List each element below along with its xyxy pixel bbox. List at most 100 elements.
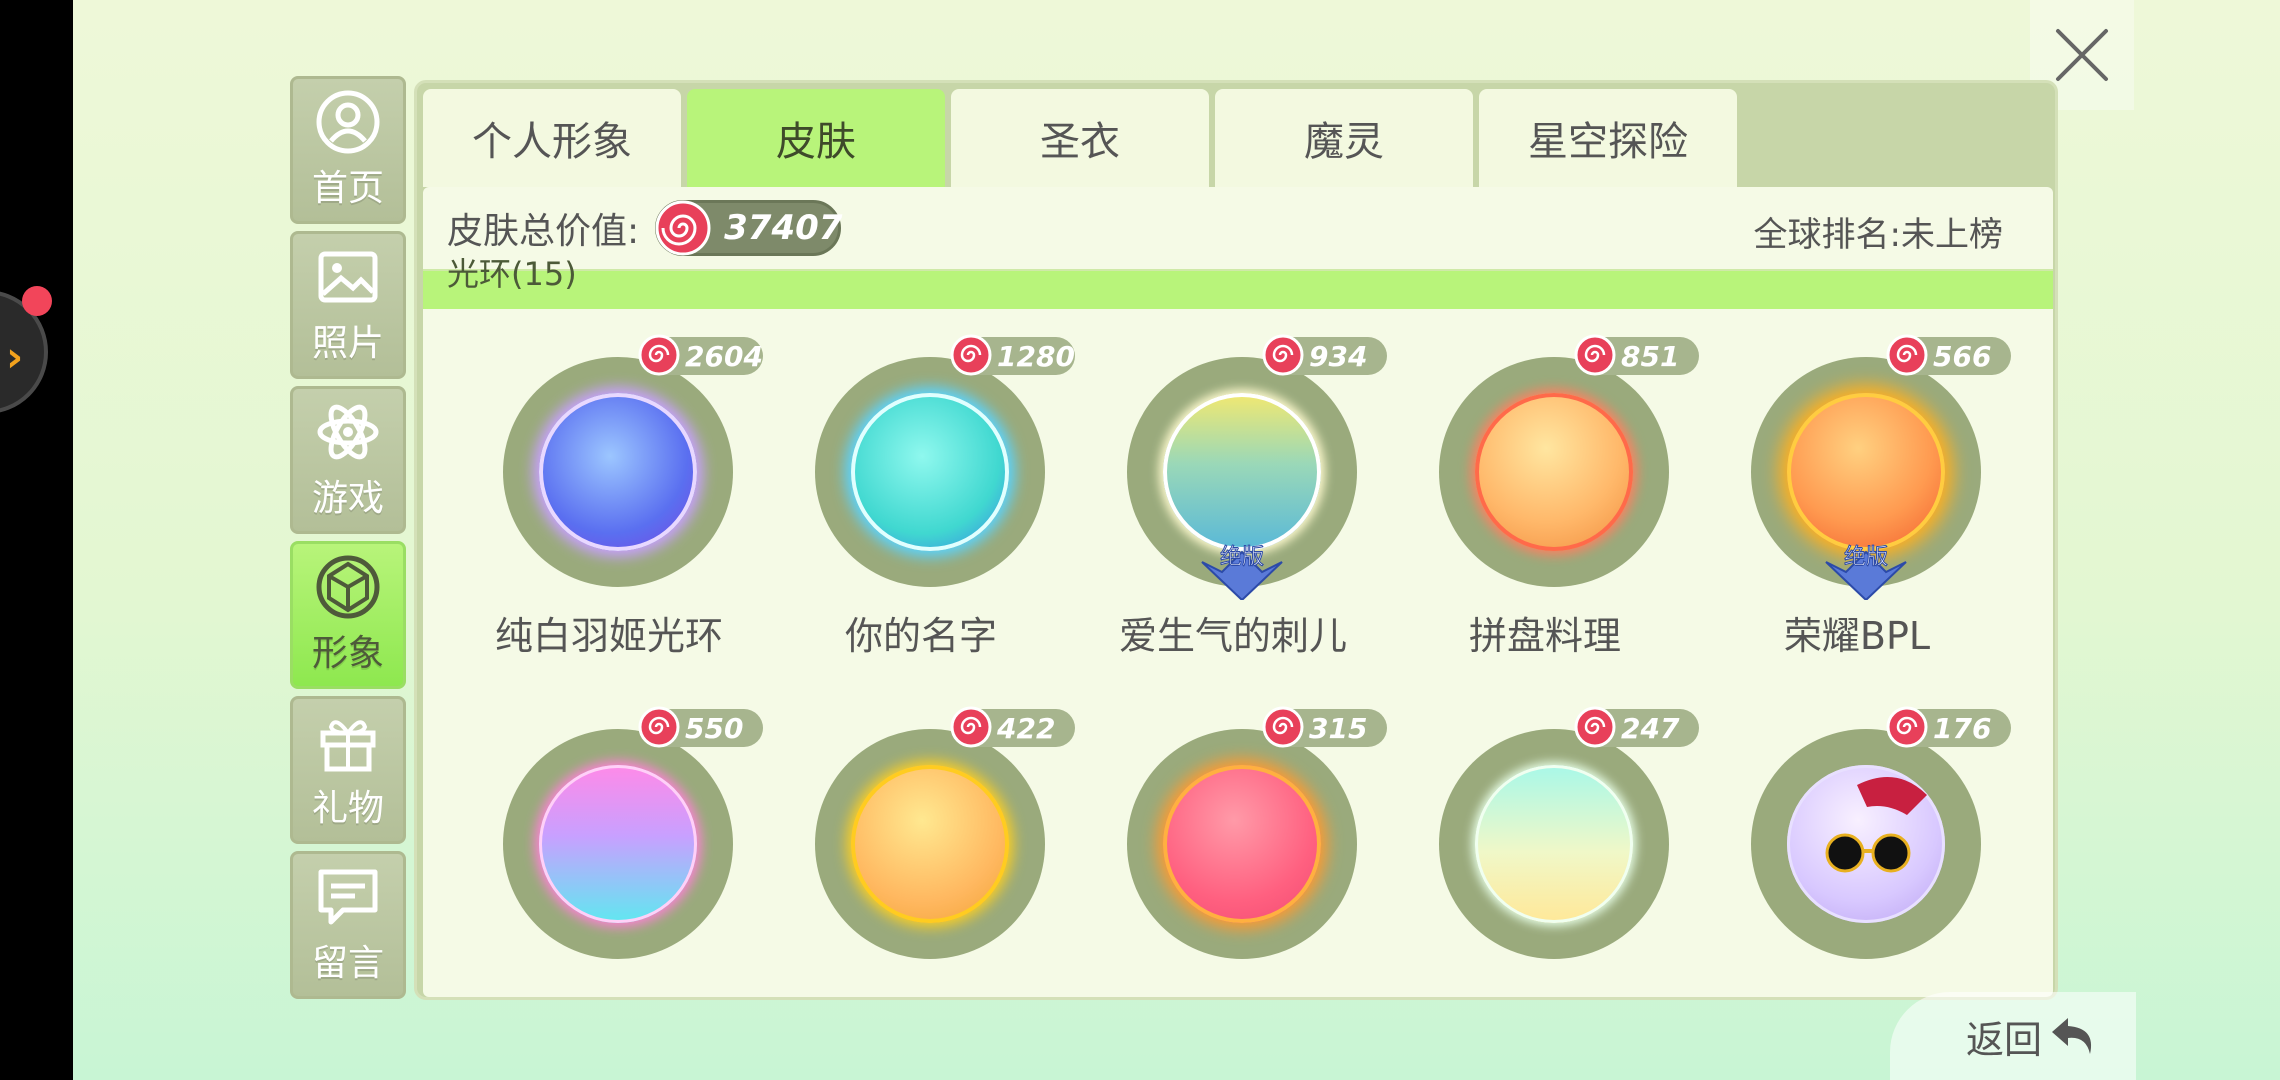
halo-orb	[1475, 765, 1633, 923]
skin-frame	[815, 729, 1045, 959]
sidebar-item-label: 礼物	[311, 788, 384, 829]
limited-edition-badge: 绝版	[1192, 542, 1292, 602]
skin-name: 你的名字	[844, 614, 997, 658]
gem-icon	[316, 555, 380, 619]
skin-card[interactable]: 315	[1077, 706, 1389, 997]
halo-orb	[851, 393, 1009, 551]
section-header[interactable]: 光环(15)	[423, 255, 2053, 309]
sunglasses-icon	[1825, 777, 1927, 873]
skin-frame	[503, 729, 733, 959]
price-tag: 176	[1886, 706, 2011, 748]
skin-panel: 个人形象 皮肤 圣衣 魔灵 星空探险 皮肤总价值: 37407 全球排名:未上榜…	[414, 80, 2058, 1000]
sidebar-item-home[interactable]: 首页	[290, 76, 406, 224]
message-icon	[318, 869, 378, 925]
skin-card[interactable]: 247	[1389, 706, 1701, 997]
price: 315	[1309, 711, 1368, 745]
sidebar-item-messages[interactable]: 留言	[290, 851, 406, 999]
price-tag: 851	[1574, 334, 1699, 376]
skin-frame	[1439, 357, 1669, 587]
tab-holy-armor[interactable]: 圣衣	[951, 89, 1209, 187]
sidebar-item-label: 首页	[311, 168, 384, 209]
svg-text:绝版: 绝版	[1844, 545, 1888, 570]
sidebar-item-avatar[interactable]: 形象	[290, 541, 406, 689]
sidebar-item-label: 游戏	[311, 478, 384, 519]
gift-icon	[320, 720, 376, 772]
sidebar-item-label: 照片	[311, 323, 384, 364]
halo-orb	[1163, 393, 1321, 551]
candy-icon	[1886, 334, 1928, 376]
notification-dot	[22, 286, 52, 316]
skin-card[interactable]: 1280 你的名字	[765, 334, 1077, 697]
skin-name: 纯白羽姬光环	[494, 614, 723, 658]
skin-card[interactable]: 2604 纯白羽姬光环	[453, 334, 765, 697]
skin-card[interactable]: 422	[765, 706, 1077, 997]
price-tag: 247	[1574, 706, 1699, 748]
return-arrow-icon	[2052, 1018, 2092, 1054]
tab-personal-image[interactable]: 个人形象	[423, 89, 681, 187]
sidebar-item-photos[interactable]: 照片	[290, 231, 406, 379]
back-label: 返回	[1965, 1017, 2042, 1062]
price: 550	[685, 711, 744, 745]
skin-name: 爱生气的刺儿	[1118, 614, 1347, 658]
halo-orb	[539, 393, 697, 551]
candy-icon	[638, 706, 680, 748]
price-tag: 934	[1262, 334, 1387, 376]
section-label: 光环(15)	[447, 255, 577, 293]
candy-icon	[1574, 334, 1616, 376]
skin-name: 荣耀BPL	[1783, 614, 1931, 658]
skin-frame	[1751, 729, 1981, 959]
price-tag: 315	[1262, 706, 1387, 748]
skin-card[interactable]: 绝版 566 荣耀BPL	[1701, 334, 2013, 697]
skin-card[interactable]: 176	[1701, 706, 2013, 997]
skin-content[interactable]: 皮肤总价值: 37407 全球排名:未上榜 光环(15) 2604 纯白羽姬光环…	[423, 187, 2053, 997]
candy-icon	[655, 200, 711, 256]
skin-card[interactable]: 550	[453, 706, 765, 997]
skin-frame	[815, 357, 1045, 587]
sidebar-item-games[interactable]: 游戏	[290, 386, 406, 534]
candy-icon	[638, 334, 680, 376]
close-icon	[2056, 29, 2108, 81]
tab-spirits[interactable]: 魔灵	[1215, 89, 1473, 187]
price: 176	[1933, 711, 1992, 745]
price-tag: 1280	[950, 334, 1075, 376]
total-value-label: 皮肤总价值:	[447, 211, 640, 252]
sidebar-item-gifts[interactable]: 礼物	[290, 696, 406, 844]
price: 1280	[997, 339, 1075, 373]
left-black-bar	[0, 0, 73, 1080]
halo-orb	[539, 765, 697, 923]
candy-icon	[950, 334, 992, 376]
candy-icon	[1262, 334, 1304, 376]
tab-star-adventure[interactable]: 星空探险	[1479, 89, 1737, 187]
halo-orb	[1787, 765, 1945, 923]
candy-icon	[950, 706, 992, 748]
total-value: 37407	[724, 208, 843, 248]
price: 934	[1309, 339, 1368, 373]
tab-bar: 个人形象 皮肤 圣衣 魔灵 星空探险	[423, 89, 1743, 187]
sidebar-item-label: 形象	[311, 633, 384, 674]
svg-text:绝版: 绝版	[1220, 545, 1264, 570]
price: 566	[1933, 339, 1992, 373]
skin-card[interactable]: 绝版 934 爱生气的刺儿	[1077, 334, 1389, 697]
total-value-pill: 37407	[655, 200, 843, 256]
skin-frame	[1439, 729, 1669, 959]
halo-orb	[1787, 393, 1945, 551]
price: 422	[997, 711, 1056, 745]
tab-skins[interactable]: 皮肤	[687, 89, 945, 187]
atom-icon	[317, 404, 379, 460]
picture-icon	[318, 251, 378, 303]
sidebar-item-label: 留言	[311, 943, 384, 984]
price: 247	[1621, 711, 1680, 745]
skin-card[interactable]: 851 拼盘料理	[1389, 334, 1701, 697]
candy-icon	[1886, 706, 1928, 748]
price-tag: 566	[1886, 334, 2011, 376]
limited-edition-badge: 绝版	[1816, 542, 1916, 602]
sidebar: 首页 照片 游戏 形象 礼物 留言	[290, 76, 408, 1006]
halo-orb	[1475, 393, 1633, 551]
price: 2604	[685, 339, 763, 373]
back-button[interactable]: 返回	[1890, 992, 2136, 1080]
price-tag: 2604	[638, 334, 763, 376]
chevron-right-icon: ›	[6, 332, 24, 381]
price-tag: 550	[638, 706, 763, 748]
skin-frame	[503, 357, 733, 587]
candy-icon	[1574, 706, 1616, 748]
